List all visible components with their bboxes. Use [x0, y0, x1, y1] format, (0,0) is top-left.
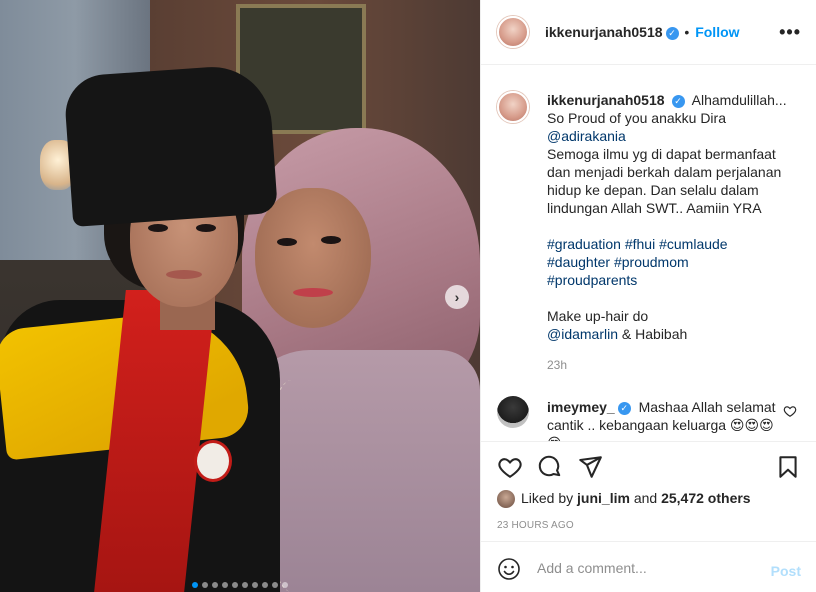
header-separator: •	[684, 24, 690, 40]
emoji-smile-icon[interactable]	[497, 557, 521, 581]
add-comment-input[interactable]	[537, 556, 757, 580]
carousel-dot	[262, 582, 268, 588]
photo-graduation-cap	[63, 63, 278, 227]
carousel-dot	[242, 582, 248, 588]
commenter-avatar[interactable]	[497, 396, 529, 428]
post-caption: ikkenurjanah0518 ✓ Alhamdulillah... So Pr…	[547, 91, 797, 343]
hashtag-link[interactable]: #proudparents	[547, 272, 637, 288]
header-user-line: ikkenurjanah0518 ✓ • Follow	[545, 24, 740, 40]
hashtag-line-3: #proudparents	[547, 271, 797, 289]
caption-body: Semoga ilmu yg di dapat bermanfaat dan m…	[547, 146, 782, 216]
post-photo[interactable]: ›	[0, 0, 480, 592]
share-direct-icon[interactable]	[577, 454, 603, 480]
caption-mention-idamarlin[interactable]: @idamarlin	[547, 326, 618, 342]
hashtag-link[interactable]: #graduation	[547, 236, 621, 252]
likes-summary: Liked by juni_lim and 25,472 others	[497, 490, 751, 509]
add-comment-bar: Post	[481, 541, 816, 592]
carousel-dot	[202, 582, 208, 588]
carousel-dot	[272, 582, 278, 588]
carousel-dot	[212, 582, 218, 588]
caption-makeup-label: Make up-hair do	[547, 308, 649, 324]
liker-avatar[interactable]	[497, 490, 515, 509]
photo-person-face	[255, 188, 371, 328]
hashtag-link[interactable]: #cumlaude	[659, 236, 728, 252]
carousel-dot	[282, 582, 288, 588]
caption-time-ago[interactable]: 23h	[547, 358, 567, 372]
liker-username[interactable]: juni_lim	[577, 490, 630, 506]
caption-mention-adirakania[interactable]: @adirakania	[547, 128, 626, 144]
author-username[interactable]: ikkenurjanah0518	[545, 24, 663, 40]
commenter-username[interactable]: imeymey_	[547, 399, 615, 415]
caption-verified-badge-icon: ✓	[671, 94, 685, 108]
hashtag-line-2: #daughter #proudmom	[547, 253, 797, 271]
author-avatar[interactable]	[497, 16, 529, 48]
carousel-dot	[232, 582, 238, 588]
caption-line1: Alhamdulillah...	[691, 92, 787, 108]
caption-makeup-rest: & Habibah	[621, 326, 688, 342]
caption-first-line: ikkenurjanah0518 ✓ Alhamdulillah...	[547, 91, 797, 109]
more-options-icon[interactable]: •••	[779, 22, 801, 43]
post-comment-button[interactable]: Post	[771, 563, 801, 579]
likes-count[interactable]: 25,472 others	[661, 490, 751, 506]
hashtag-line-1: #graduation #fhui #cumlaude	[547, 235, 797, 253]
photo-graduation-badge	[194, 440, 232, 482]
save-bookmark-icon[interactable]	[775, 454, 801, 480]
hashtag-link[interactable]: #daughter	[547, 254, 610, 270]
post-header: ikkenurjanah0518 ✓ • Follow •••	[481, 0, 816, 65]
caption-line2: So Proud of you anakku Dira	[547, 110, 726, 126]
comment-like-heart-icon[interactable]	[783, 404, 797, 418]
likes-connector: and	[633, 490, 658, 506]
carousel-dot	[192, 582, 198, 588]
post-side-panel: ikkenurjanah0518 ✓ • Follow ••• ikkenurja…	[480, 0, 816, 592]
carousel-dot	[222, 582, 228, 588]
hashtag-link[interactable]: #fhui	[625, 236, 655, 252]
caption-makeup-credits: @idamarlin & Habibah	[547, 325, 797, 343]
like-heart-icon[interactable]	[497, 454, 523, 480]
caption-author-avatar[interactable]	[497, 91, 529, 123]
comment-bubble-icon[interactable]	[537, 454, 563, 480]
verified-badge-icon: ✓	[665, 26, 679, 40]
post-timestamp[interactable]: 23 HOURS AGO	[497, 520, 574, 531]
likes-prefix: Liked by	[521, 490, 574, 506]
carousel-indicator	[0, 575, 480, 591]
post-actions-bar: Liked by juni_lim and 25,472 others 23 H…	[481, 441, 816, 541]
caption-username[interactable]: ikkenurjanah0518	[547, 92, 665, 108]
follow-button[interactable]: Follow	[695, 24, 739, 40]
carousel-next-button[interactable]: ›	[445, 285, 469, 309]
commenter-verified-badge-icon: ✓	[617, 401, 631, 415]
hashtag-link[interactable]: #proudmom	[614, 254, 689, 270]
carousel-dot	[252, 582, 258, 588]
